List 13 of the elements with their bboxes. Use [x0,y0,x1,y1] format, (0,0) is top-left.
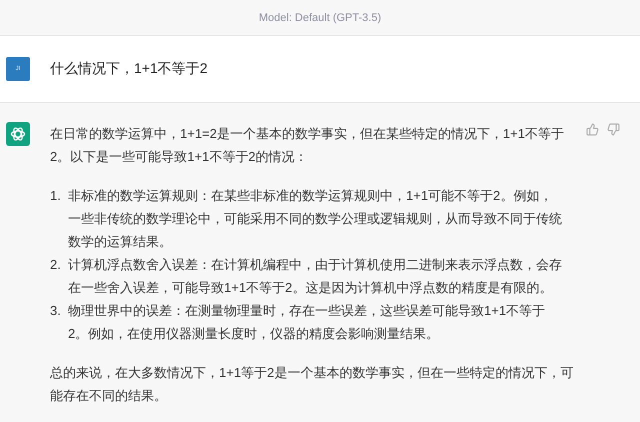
list-item-text: 物理世界中的误差：在测量物理量时，存在一些误差，这些误差可能导致1+1不等于2。例如，在使用仪器测量长度时，仪器的精度会影响测量结果。 [68,302,546,343]
list-item-text: 非标准的数学运算规则：在某些非标准的数学运算规则中，1+1可能不等于2。例如，一些非传统的数学理论中，可能采用不同的数学公理或逻辑规则，从而导致不同于传统数学的运算结果。 [68,187,563,251]
list-number: 3. [50,302,62,320]
list-number: 1. [50,187,62,205]
answer-conclusion: 总的来说，在大多数情况下，1+1等于2是一个基本的数学事实，但在一些特定的情况下，可能存在不同的结果。 [50,364,574,405]
thumbs-down-icon[interactable] [607,123,620,136]
list-item-text: 计算机浮点数舍入误差：在计算机编程中，由于计算机使用二进制来表示浮点数，会存在一些舍入误差，可能导致1+1不等于2。这是因为计算机中浮点数的精度是有限的。 [68,256,563,297]
user-message-text: 什么情况下，1+1不等于2 [50,60,208,78]
thumbs-up-icon[interactable] [586,123,599,136]
answer-intro: 在日常的数学运算中，1+1=2是一个基本的数学事实，但在某些特定的情况下，1+1不等于2。以下是一些可能导致1+1不等于2的情况： [50,125,565,166]
model-label: Model: Default (GPT-3.5) [258,12,382,24]
assistant-logo-icon [6,122,30,146]
list-number: 2. [50,256,62,274]
